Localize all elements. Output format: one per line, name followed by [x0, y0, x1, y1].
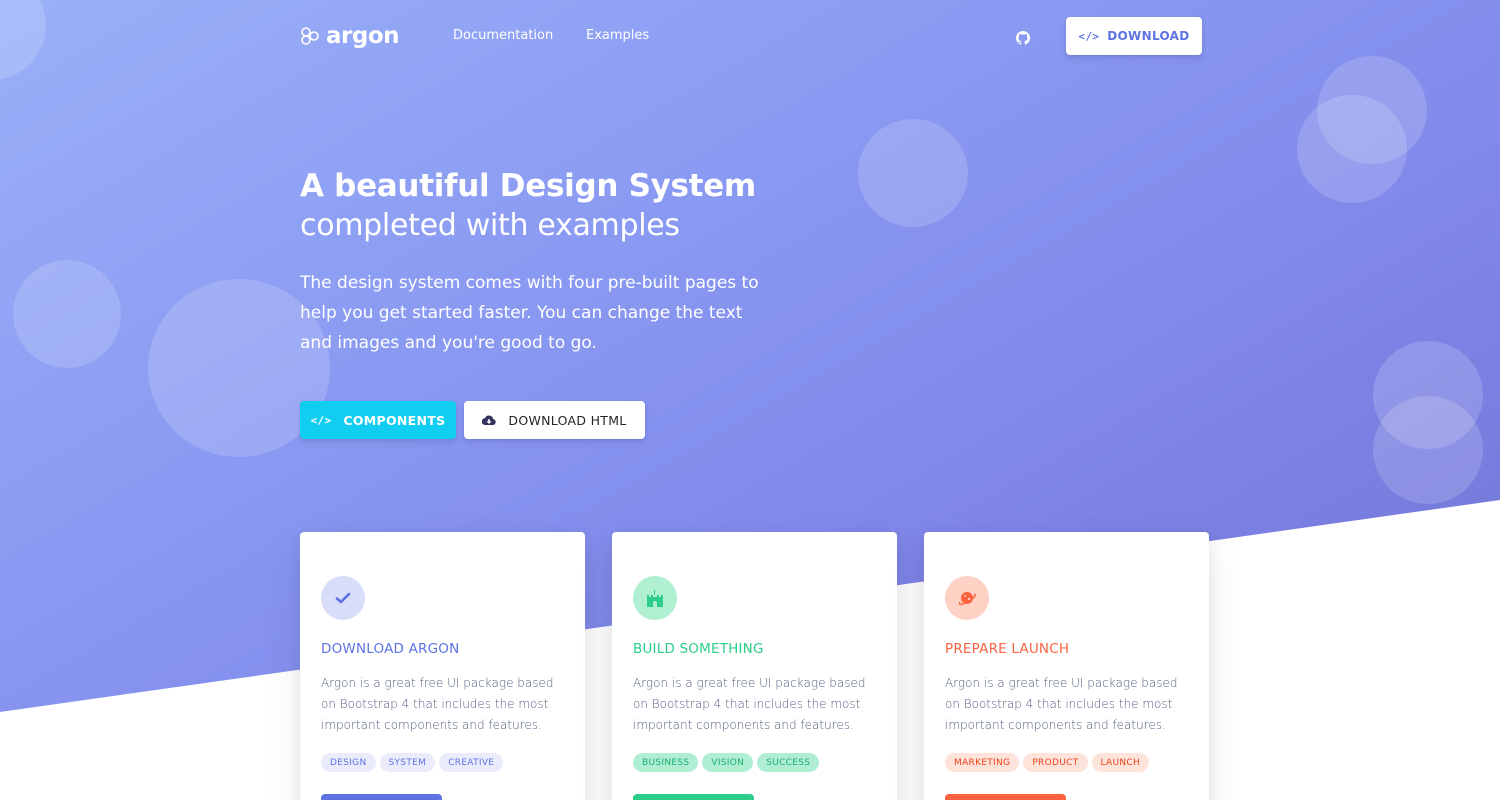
card-title: PREPARE LAUNCH — [945, 641, 1070, 657]
nav-link-examples[interactable]: Examples — [586, 28, 649, 44]
nav-link-documentation[interactable]: Documentation — [453, 28, 553, 44]
card-title: BUILD SOMETHING — [633, 641, 764, 657]
decorative-circle — [1297, 95, 1407, 203]
tag-badge: SYSTEM — [379, 753, 436, 772]
top-navbar: argon Documentation Examples </> DOWNLOA… — [300, 17, 1202, 55]
check-icon — [321, 576, 365, 620]
learn-more-button[interactable] — [945, 794, 1066, 800]
download-button-label: DOWNLOAD — [1107, 29, 1190, 43]
github-icon[interactable] — [1016, 30, 1030, 45]
tag-badge: BUSINESS — [633, 753, 699, 772]
card-title: DOWNLOAD ARGON — [321, 641, 460, 657]
brand-logo[interactable]: argon — [300, 23, 400, 49]
download-html-button[interactable]: DOWNLOAD HTML — [464, 401, 645, 439]
code-icon: </> — [310, 413, 332, 427]
code-icon: </> — [1078, 29, 1100, 43]
components-button[interactable]: </> COMPONENTS — [300, 401, 456, 439]
download-button[interactable]: </> DOWNLOAD — [1066, 17, 1202, 55]
card-tags: MARKETING PRODUCT LAUNCH — [945, 753, 1153, 772]
decorative-circle — [0, 0, 46, 80]
hero-lead: The design system comes with four pre-bu… — [300, 273, 759, 353]
feature-card: DOWNLOAD ARGON Argon is a great free UI … — [300, 532, 585, 800]
cloud-download-icon — [482, 415, 497, 426]
download-html-button-label: DOWNLOAD HTML — [508, 412, 627, 428]
hero-title: A beautiful Design System completed with… — [300, 166, 756, 246]
tag-badge: PRODUCT — [1023, 753, 1088, 772]
tag-badge: LAUNCH — [1091, 753, 1150, 772]
decorative-circle — [1373, 396, 1483, 504]
card-tags: DESIGN SYSTEM CREATIVE — [321, 753, 507, 772]
components-button-label: COMPONENTS — [343, 412, 446, 428]
learn-more-button[interactable] — [633, 794, 754, 800]
decorative-circle — [858, 119, 968, 227]
tag-badge: VISION — [702, 753, 754, 772]
card-description: Argon is a great free UI package based o… — [321, 676, 554, 732]
hero-title-bold: A beautiful Design System — [300, 168, 756, 204]
hero-title-light: completed with examples — [300, 208, 680, 243]
tag-badge: SUCCESS — [757, 753, 820, 772]
card-description: Argon is a great free UI package based o… — [633, 676, 866, 732]
brand-name: argon — [326, 23, 400, 49]
card-tags: BUSINESS VISION SUCCESS — [633, 753, 823, 772]
tag-badge: DESIGN — [321, 753, 376, 772]
learn-more-button[interactable] — [321, 794, 442, 800]
decorative-circle — [13, 260, 121, 368]
argon-logo-icon — [301, 27, 319, 45]
feature-card: PREPARE LAUNCH Argon is a great free UI … — [924, 532, 1209, 800]
card-description: Argon is a great free UI package based o… — [945, 676, 1178, 732]
tag-badge: MARKETING — [945, 753, 1020, 772]
feature-card: BUILD SOMETHING Argon is a great free UI… — [612, 532, 897, 800]
planet-icon — [945, 576, 989, 620]
castle-icon — [633, 576, 677, 620]
tag-badge: CREATIVE — [439, 753, 504, 772]
